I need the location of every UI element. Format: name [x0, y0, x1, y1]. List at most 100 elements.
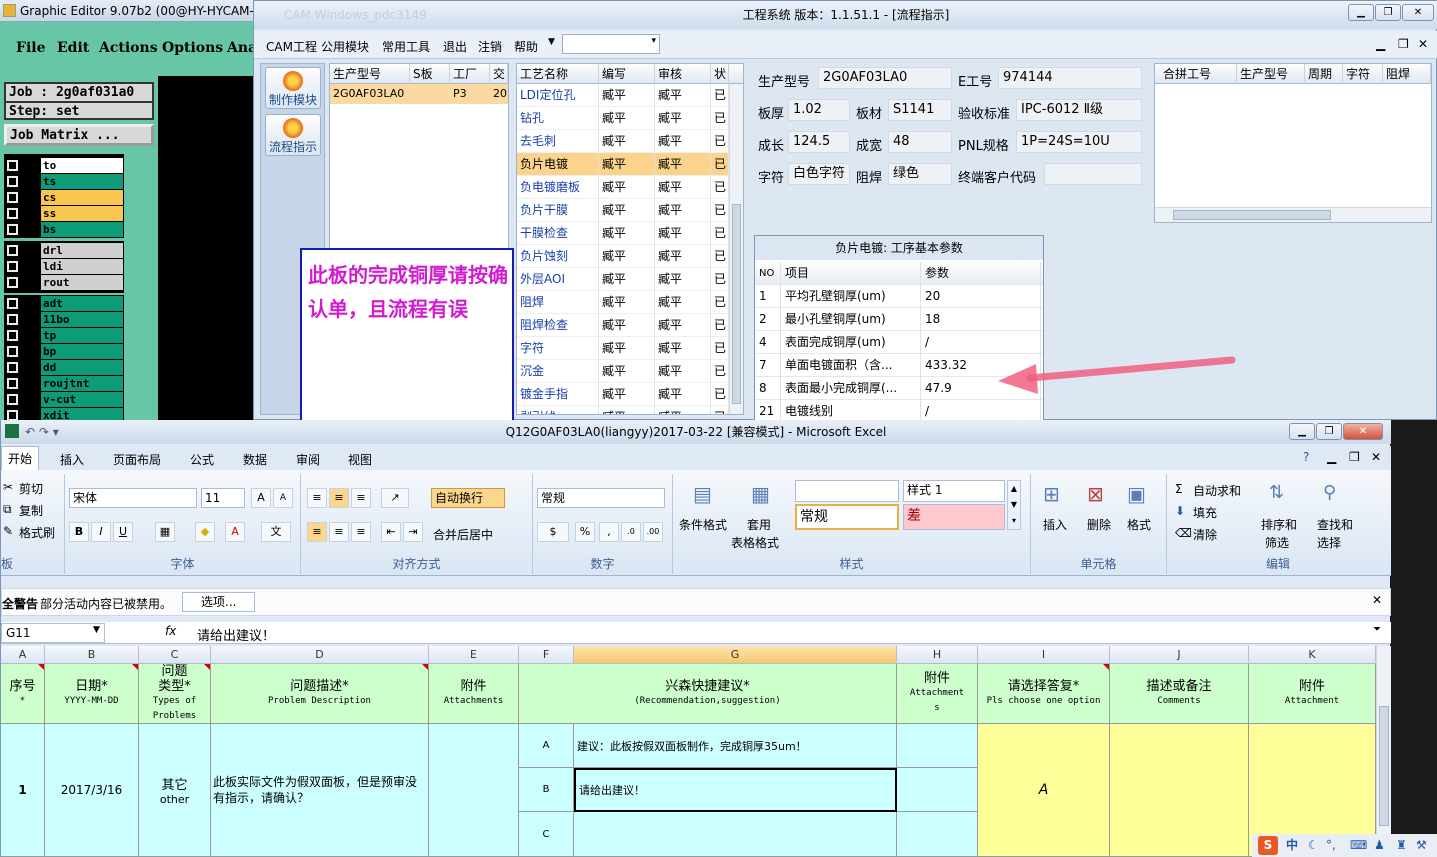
- checkbox-icon[interactable]: [7, 394, 18, 405]
- header-cell-k[interactable]: 附件 Attachment: [1249, 664, 1376, 724]
- menu-cam[interactable]: CAM工程: [266, 38, 317, 55]
- col-delivery[interactable]: 交: [490, 64, 508, 84]
- align-top-icon[interactable]: ≡: [307, 488, 327, 508]
- cut-button[interactable]: 剪切: [19, 480, 43, 497]
- shirt-icon[interactable]: ♜: [1396, 834, 1407, 857]
- material-value[interactable]: S1141: [888, 99, 952, 121]
- ime-chinese-toggle[interactable]: 中: [1286, 834, 1298, 857]
- menu-common-module[interactable]: 公用模块: [321, 38, 369, 55]
- expand-formula-icon[interactable]: ⏷: [1373, 624, 1381, 635]
- wrap-text-button[interactable]: 自动换行: [431, 488, 505, 508]
- help-icon[interactable]: ?: [1303, 450, 1309, 464]
- header-cell-d[interactable]: 问题描述* Problem Description: [211, 664, 429, 724]
- checkbox-icon[interactable]: [7, 362, 18, 373]
- checkbox-icon[interactable]: [7, 314, 18, 325]
- merge-center-button[interactable]: 合并后居中: [433, 526, 493, 543]
- cell-answer[interactable]: A: [978, 724, 1110, 857]
- align-bottom-icon[interactable]: ≡: [351, 488, 371, 508]
- checkbox-icon[interactable]: [7, 208, 18, 219]
- pnl-value[interactable]: 1P=24S=10U: [1016, 131, 1142, 153]
- header-cell-i[interactable]: 请选择答复* Pls choose one option: [978, 664, 1110, 724]
- width-value[interactable]: 48: [888, 131, 952, 153]
- table-row[interactable]: 干膜检查 臧平 臧平已: [517, 222, 729, 245]
- border-icon[interactable]: ▦: [155, 522, 175, 542]
- sort-filter-button[interactable]: 排序和: [1261, 516, 1297, 533]
- phonetic-icon[interactable]: 文: [261, 522, 291, 542]
- layer-row[interactable]: to: [5, 158, 125, 173]
- header-cell-b[interactable]: 日期* YYYY-MM-DD: [45, 664, 139, 724]
- table-row[interactable]: 2 最小孔壁铜厚(um) 18: [755, 308, 1043, 331]
- cell-option[interactable]: A: [519, 724, 574, 768]
- layer-row[interactable]: 11bo: [5, 312, 125, 327]
- col-author[interactable]: 编写: [599, 64, 655, 84]
- align-right-icon[interactable]: ≡: [351, 522, 371, 542]
- table-row[interactable]: 镀金手指 臧平 臧平已: [517, 383, 729, 406]
- align-middle-icon[interactable]: ≡: [329, 488, 349, 508]
- column-header-h[interactable]: H: [897, 646, 978, 664]
- checkbox-icon[interactable]: [7, 277, 18, 288]
- ribbon-minimize-icon[interactable]: ▁: [1327, 450, 1336, 464]
- styles-scroll[interactable]: ▲ ▼ ▾: [1007, 480, 1021, 530]
- horizontal-scrollbar[interactable]: [1155, 207, 1431, 222]
- excel-minimize-button[interactable]: ▁: [1289, 423, 1315, 440]
- quick-access-icons[interactable]: ↶ ↷ ▾: [25, 420, 59, 444]
- table-row[interactable]: 沉金 臧平 臧平已: [517, 360, 729, 383]
- standard-value[interactable]: IPC-6012 Ⅱ级: [1016, 99, 1142, 121]
- column-header-c[interactable]: C: [139, 646, 211, 664]
- excel-maximize-button[interactable]: ❐: [1316, 423, 1342, 440]
- format-painter-button[interactable]: 格式刷: [19, 524, 55, 541]
- autosum-button[interactable]: 自动求和: [1193, 482, 1241, 499]
- table-row[interactable]: 钻孔 臧平 臧平已: [517, 107, 729, 130]
- scroll-thumb[interactable]: [1379, 706, 1389, 826]
- font-size-select[interactable]: 11: [201, 488, 245, 508]
- header-cell-e[interactable]: 附件 Attachments: [429, 664, 519, 724]
- bold-icon[interactable]: B: [69, 522, 89, 542]
- tab-page-layout[interactable]: 页面布局: [113, 451, 161, 468]
- mask-value[interactable]: 绿色: [888, 163, 952, 185]
- scroll-thumb[interactable]: [732, 204, 741, 404]
- cell-option[interactable]: C: [519, 812, 574, 857]
- menu-exit[interactable]: 退出: [443, 38, 467, 55]
- layer-row[interactable]: ss: [5, 206, 125, 221]
- sheet-vertical-scrollbar[interactable]: [1376, 646, 1391, 857]
- style-blank-cell[interactable]: [795, 480, 899, 502]
- column-header-f[interactable]: F: [519, 646, 574, 664]
- header-cell-j[interactable]: 描述或备注 Comments: [1110, 664, 1249, 724]
- menu-help[interactable]: 帮助: [514, 38, 538, 55]
- column-header-b[interactable]: B: [45, 646, 139, 664]
- orientation-icon[interactable]: ↗: [381, 488, 409, 508]
- checkbox-icon[interactable]: [7, 160, 18, 171]
- table-row[interactable]: 去毛刺 臧平 臧平已: [517, 130, 729, 153]
- table-row[interactable]: 1 平均孔壁铜厚(um) 20: [755, 285, 1043, 308]
- table-row[interactable]: 2G0AF03LA0 P3 20: [330, 84, 508, 104]
- tab-home[interactable]: 开始: [1, 446, 40, 472]
- table-row[interactable]: 负片蚀刻 臧平 臧平已: [517, 245, 729, 268]
- mdi-minimize-icon[interactable]: ▁: [1376, 37, 1385, 51]
- layer-row[interactable]: dd: [5, 360, 125, 375]
- cell-no[interactable]: 1: [1, 724, 45, 857]
- column-header-k[interactable]: K: [1249, 646, 1376, 664]
- tab-data[interactable]: 数据: [243, 451, 267, 468]
- cell-attachment-h[interactable]: [897, 724, 978, 768]
- eno-value[interactable]: 974144: [998, 67, 1142, 89]
- col-cycle[interactable]: 周期: [1305, 64, 1343, 84]
- ribbon-close-icon[interactable]: ✕: [1371, 450, 1381, 464]
- col-process[interactable]: 工艺名称: [517, 64, 599, 84]
- col-reviewer[interactable]: 审核: [655, 64, 711, 84]
- find-select-button-line2[interactable]: 选择: [1317, 534, 1341, 551]
- excel-close-button[interactable]: ✕: [1343, 423, 1383, 440]
- font-name-select[interactable]: 宋体: [69, 488, 197, 508]
- percent-icon[interactable]: %: [575, 522, 595, 542]
- align-left-icon[interactable]: ≡: [307, 522, 327, 542]
- cell-option[interactable]: B: [519, 768, 574, 812]
- insert-cells-button[interactable]: 插入: [1043, 516, 1067, 533]
- ribbon-restore-icon[interactable]: ❐: [1349, 450, 1360, 464]
- mdi-close-icon[interactable]: ✕: [1418, 37, 1428, 51]
- col-char[interactable]: 字符: [1343, 64, 1383, 84]
- cell-comments[interactable]: [1110, 724, 1249, 857]
- fill-color-icon[interactable]: ◆: [195, 522, 215, 542]
- tab-review[interactable]: 审阅: [296, 451, 320, 468]
- layer-row[interactable]: tp: [5, 328, 125, 343]
- checkbox-icon[interactable]: [7, 192, 18, 203]
- decrease-indent-icon[interactable]: ⇤: [381, 522, 401, 542]
